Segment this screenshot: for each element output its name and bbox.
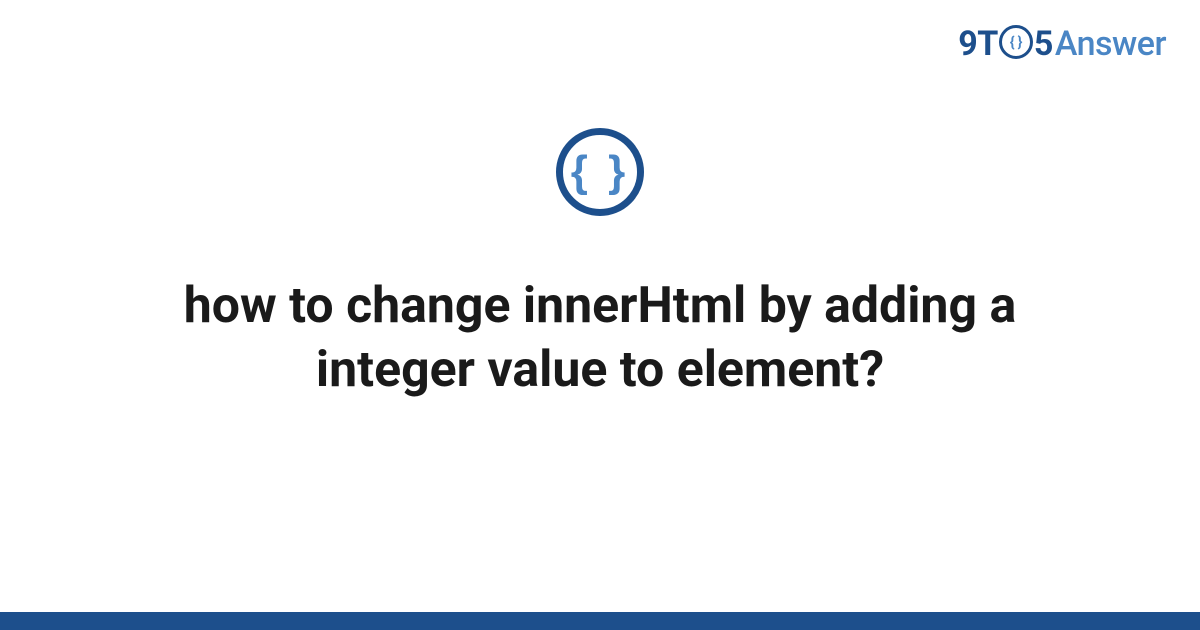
logo-circle-icon: { }: [999, 25, 1033, 59]
logo-circle-braces: { }: [1010, 35, 1022, 50]
question-title: how to change innerHtml by adding a inte…: [90, 274, 1110, 402]
topic-braces-icon: { }: [556, 128, 644, 216]
logo-text-9t: 9T: [958, 24, 998, 64]
logo-text-5: 5: [1034, 24, 1053, 64]
footer-bar: [0, 612, 1200, 630]
braces-symbol: { }: [571, 150, 629, 194]
brand-logo: 9T { } 5 Answer: [958, 24, 1166, 64]
logo-text-answer: Answer: [1055, 24, 1166, 64]
main-content: { } how to change innerHtml by adding a …: [0, 128, 1200, 402]
